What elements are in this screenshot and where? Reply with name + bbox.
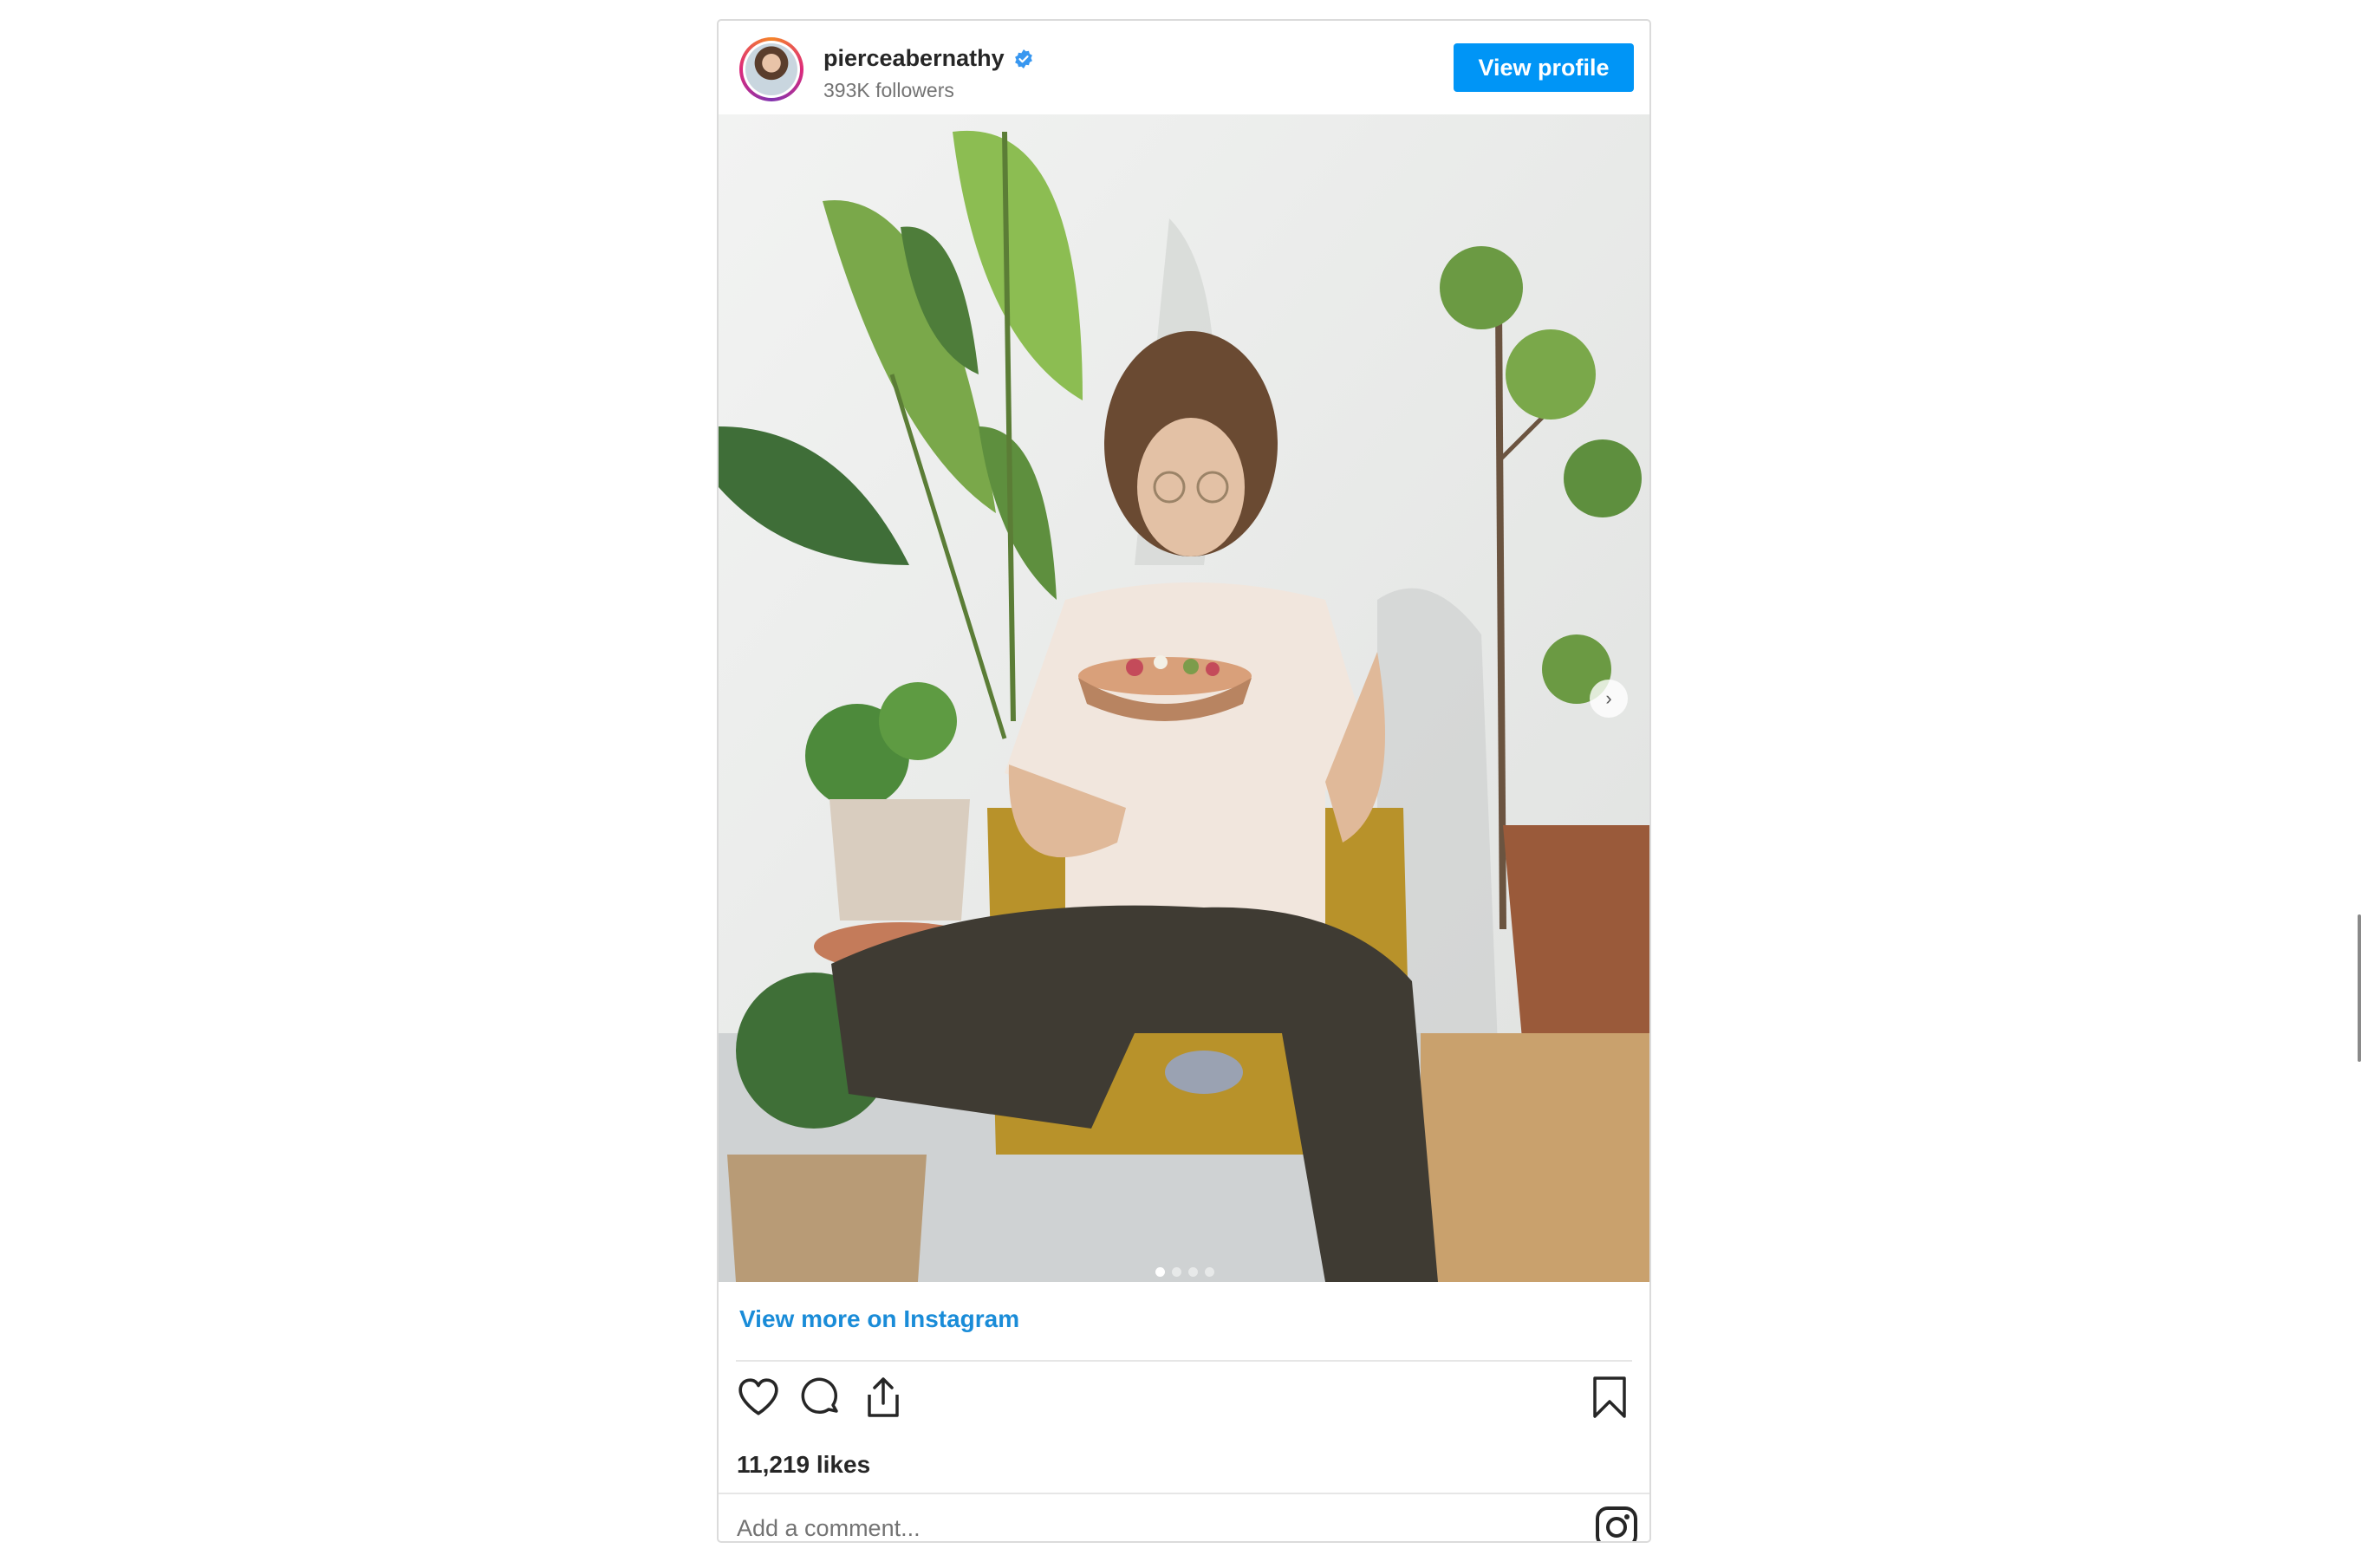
avatar-frame <box>743 41 800 98</box>
avatar[interactable] <box>739 37 803 101</box>
comment-input[interactable]: Add a comment... <box>737 1515 921 1541</box>
post-header: pierceabernathy 393K followers View prof… <box>719 21 1649 114</box>
carousel-dot <box>1172 1267 1181 1277</box>
page: pierceabernathy 393K followers View prof… <box>0 0 2368 1568</box>
post-photo-illustration <box>719 114 1649 1282</box>
save-button[interactable] <box>1585 1373 1634 1422</box>
view-more-link[interactable]: View more on Instagram <box>739 1305 1019 1333</box>
instagram-embed-card: pierceabernathy 393K followers View prof… <box>717 19 1651 1543</box>
username-row: pierceabernathy <box>823 45 1034 72</box>
view-profile-button[interactable]: View profile <box>1454 43 1634 92</box>
carousel-dot <box>1155 1267 1165 1277</box>
comment-icon <box>801 1377 838 1415</box>
instagram-icon[interactable] <box>1594 1505 1639 1543</box>
divider <box>719 1493 1649 1494</box>
bookmark-icon <box>1593 1376 1626 1418</box>
divider <box>736 1360 1632 1362</box>
like-button[interactable] <box>734 1373 783 1422</box>
avatar-image <box>745 43 797 95</box>
post-photo[interactable]: › <box>719 114 1649 1282</box>
carousel-dot <box>1205 1267 1214 1277</box>
follower-count: 393K followers <box>823 79 954 101</box>
like-count: 11,219 likes <box>737 1451 871 1478</box>
carousel-dot <box>1188 1267 1198 1277</box>
action-bar <box>734 1373 1636 1434</box>
carousel-indicator <box>1155 1267 1214 1277</box>
verified-badge-icon <box>1014 49 1032 68</box>
share-button[interactable] <box>859 1373 908 1422</box>
heart-icon <box>738 1378 778 1415</box>
username[interactable]: pierceabernathy <box>823 45 1005 72</box>
chevron-right-icon: › <box>1605 687 1612 709</box>
next-photo-button[interactable]: › <box>1590 680 1628 718</box>
comment-button[interactable] <box>797 1373 845 1422</box>
share-icon <box>868 1377 899 1417</box>
scrollbar[interactable] <box>2358 914 2361 1062</box>
